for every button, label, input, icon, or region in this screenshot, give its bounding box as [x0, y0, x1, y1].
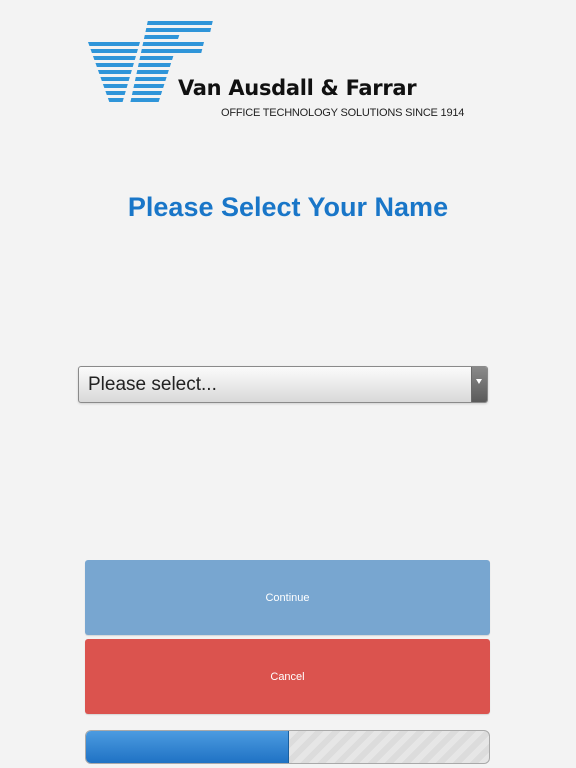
select-arrow-button[interactable]: [471, 367, 487, 402]
progress-bar: [85, 730, 490, 764]
page-title: Please Select Your Name: [127, 192, 449, 222]
select-value: Please select...: [88, 374, 217, 395]
progress-fill: [86, 731, 289, 763]
company-name: Van Ausdall & Farrar: [178, 76, 417, 100]
cancel-button[interactable]: Cancel: [85, 639, 490, 714]
company-logo: Van Ausdall & Farrar OFFICE TECHNOLOGY S…: [88, 20, 498, 125]
company-tagline: OFFICE TECHNOLOGY SOLUTIONS SINCE 1914: [221, 107, 465, 119]
name-select-dropdown[interactable]: Please select...: [78, 366, 488, 403]
chevron-down-icon: [476, 379, 482, 384]
continue-button[interactable]: Continue: [85, 560, 490, 635]
